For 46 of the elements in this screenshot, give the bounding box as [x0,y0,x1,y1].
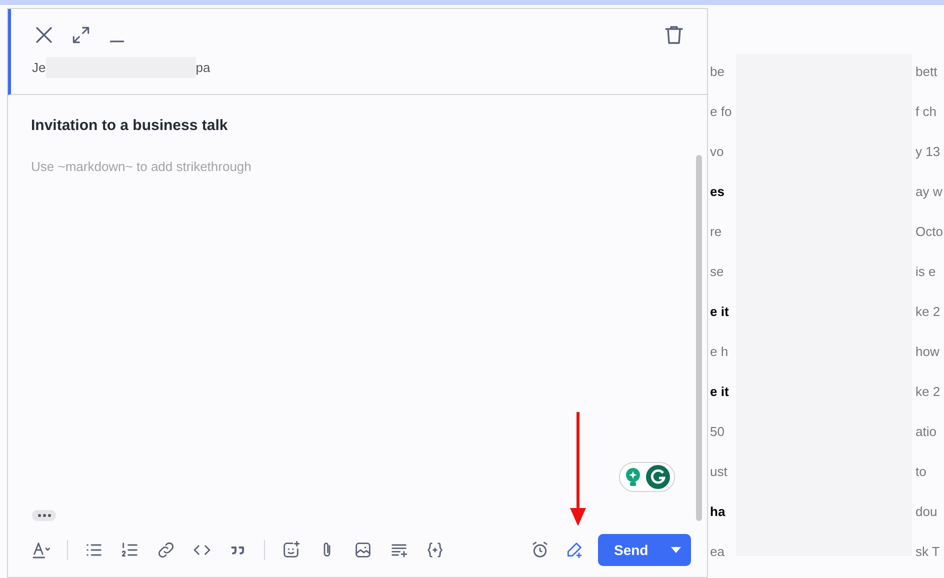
message-snippet: ha [710,503,726,522]
dropdown-caret-icon[interactable] [671,546,681,554]
trash-icon[interactable] [662,23,686,47]
message-snippet: e it [710,303,729,322]
message-snippet: Octo [916,223,943,242]
message-snippet: atio [916,423,936,442]
message-snippet: how [916,343,940,362]
body-field[interactable]: Use ~markdown~ to add strikethrough [31,156,684,176]
alarm-clock-icon[interactable] [530,540,550,560]
link-icon[interactable] [156,540,176,560]
message-snippet: se [710,263,724,282]
message-snippet: ea [710,543,724,562]
more-options-icon[interactable] [32,510,56,521]
expand-icon[interactable] [70,24,92,46]
message-snippet: y 13 [916,143,940,162]
message-snippet: ke 2 [916,383,940,402]
lightbulb-icon[interactable] [624,467,642,487]
message-snippet: to [916,463,926,482]
subject-text[interactable]: Invitation to a business talk [31,115,684,138]
send-button[interactable]: Send [598,534,691,566]
message-snippet: es [710,183,724,202]
grammarly-logo-icon[interactable] [646,465,670,489]
message-snippet: vo [710,143,724,162]
message-snippet: is e [916,263,936,282]
emoji-icon[interactable] [281,540,301,560]
recipient-text: pa [196,58,210,77]
text-format-icon[interactable] [31,540,51,560]
toolbar-divider [264,540,265,560]
image-icon[interactable] [353,540,373,560]
message-snippet: ust [710,463,728,482]
message-snippet: e fo [710,103,732,122]
message-snippet: re [710,223,722,242]
message-snippet: ay w [916,183,942,202]
message-snippet: be [710,63,724,82]
message-snippet: e h [710,343,728,362]
message-snippet: bett [916,63,938,82]
message-snippet: ke 2 [916,303,940,322]
toolbar-divider [67,540,68,560]
recipient-text: Je [32,58,46,77]
message-snippet: f ch [916,103,936,122]
message-snippet: sk T [916,543,940,562]
curly-braces-icon[interactable] [425,540,445,560]
message-snippet: e it [710,383,729,402]
grammarly-widget[interactable] [619,462,675,492]
message-snippet: dou [916,503,938,522]
message-snippet: 50 [710,423,724,442]
